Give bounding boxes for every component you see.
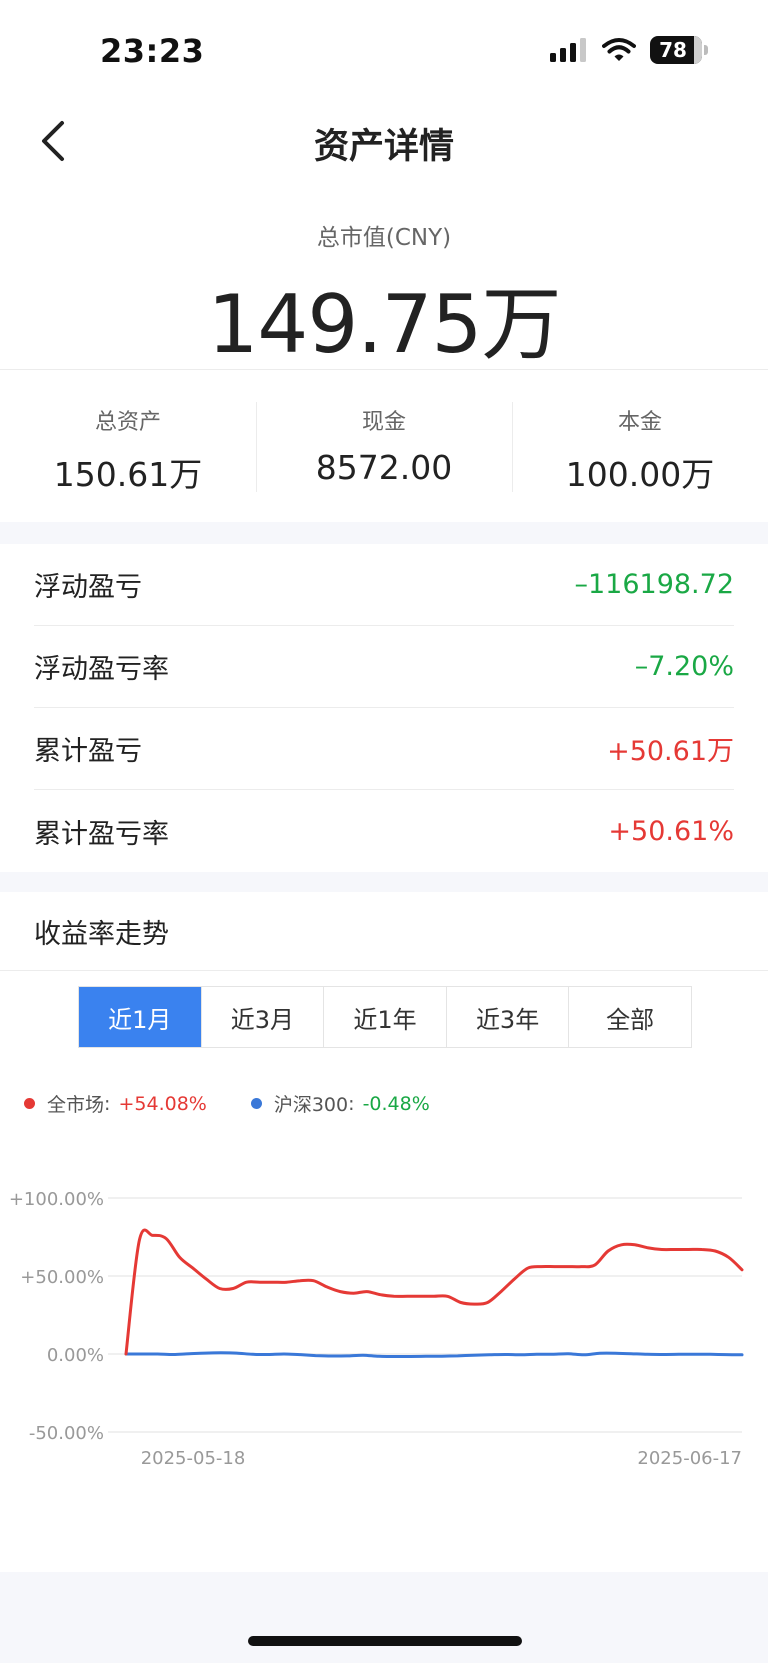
series-line-0 — [124, 1228, 744, 1356]
tab-1-year[interactable]: 近1年 — [323, 987, 446, 1047]
stat-total-assets: 总资产 150.61万 — [0, 370, 256, 522]
period-tabs: 近1月 近3月 近1年 近3年 全部 — [78, 986, 692, 1048]
pnl-value: +50.61% — [608, 815, 734, 847]
tab-3-months[interactable]: 近3月 — [200, 987, 324, 1047]
legend-item-csi300: 沪深300: -0.48% — [250, 1090, 430, 1117]
total-market-value-label: 总市值(CNY) — [316, 225, 452, 251]
x-tick-label: 2025-06-17 — [637, 1448, 742, 1469]
pnl-value: –7.20% — [634, 651, 734, 682]
status-bar: 23:23 78 — [0, 0, 768, 100]
battery-indicator: 78 — [650, 36, 708, 64]
x-tick-label: 2025-05-18 — [141, 1448, 246, 1469]
return-trend-card: 收益率走势 近1月 近3月 近1年 近3年 全部 全市场: +54.08% 沪深… — [0, 892, 768, 1572]
legend-dot-blue — [250, 1098, 262, 1109]
pnl-row-floating-rate: 浮动盈亏率 –7.20% — [34, 626, 734, 708]
y-tick-label: +100.00% — [9, 1189, 104, 1210]
legend-series-value: +54.08% — [118, 1092, 207, 1115]
total-market-value: 149.75万 — [207, 278, 562, 371]
y-tick-label: 0.00% — [47, 1345, 104, 1366]
divider — [0, 970, 768, 971]
tab-1-month[interactable]: 近1月 — [79, 987, 201, 1047]
page-title: 资产详情 — [313, 127, 454, 167]
return-trend-title: 收益率走势 — [34, 919, 169, 950]
stat-principal: 本金 100.00万 — [512, 370, 768, 522]
pnl-value: –116198.72 — [574, 569, 734, 600]
home-indicator — [248, 1636, 522, 1646]
stat-label: 本金 — [617, 410, 662, 435]
pnl-label: 累计盈亏 — [34, 736, 142, 767]
asset-stats-row: 总资产 150.61万 现金 8572.00 本金 100.00万 — [0, 370, 768, 522]
pnl-label: 浮动盈亏 — [34, 572, 142, 603]
status-time: 23:23 — [100, 32, 205, 70]
y-tick-label: -50.00% — [29, 1423, 104, 1444]
pnl-row-cumulative: 累计盈亏 +50.61万 — [34, 708, 734, 790]
battery-level: 78 — [659, 38, 687, 62]
asset-detail-page: 23:23 78 资产详情 总市值(CNY) 149.75万 总资产 150.6… — [0, 0, 768, 1663]
tab-all[interactable]: 全部 — [568, 987, 691, 1047]
stat-label: 总资产 — [94, 410, 161, 435]
legend-series-name: 沪深300 — [273, 1094, 349, 1116]
pnl-label: 浮动盈亏率 — [34, 654, 169, 685]
cellular-signal-icon — [550, 38, 586, 62]
legend-series-name: 全市场 — [47, 1094, 105, 1116]
pnl-label: 累计盈亏率 — [34, 818, 169, 850]
stat-value: 100.00万 — [565, 455, 715, 494]
stat-value: 150.61万 — [53, 455, 203, 494]
return-trend-chart: +100.00% +50.00% 0.00% -50.00% 2025-05-18 202… — [9, 1189, 744, 1469]
legend-series-value: -0.48% — [362, 1092, 430, 1115]
stat-cash: 现金 8572.00 — [256, 370, 512, 522]
pnl-list: 浮动盈亏 –116198.72 浮动盈亏率 –7.20% 累计盈亏 +50.61… — [0, 544, 768, 872]
chart-legend: 全市场: +54.08% 沪深300: -0.48% — [24, 1090, 474, 1117]
pnl-row-cumulative-rate: 累计盈亏率 +50.61% — [34, 790, 734, 872]
y-tick-label: +50.00% — [20, 1267, 104, 1288]
tab-3-years[interactable]: 近3年 — [445, 987, 569, 1047]
pnl-row-floating: 浮动盈亏 –116198.72 — [34, 544, 734, 626]
wifi-icon — [602, 38, 636, 61]
legend-item-market: 全市场: +54.08% — [24, 1090, 207, 1117]
nav-bar: 资产详情 — [0, 100, 768, 182]
total-market-value-section: 总市值(CNY) 149.75万 — [0, 182, 768, 371]
status-icons: 78 — [550, 36, 708, 64]
legend-dot-red — [24, 1098, 35, 1109]
stat-label: 现金 — [361, 410, 406, 435]
pnl-value: +50.61万 — [607, 736, 734, 767]
stat-value: 8572.00 — [315, 448, 453, 487]
